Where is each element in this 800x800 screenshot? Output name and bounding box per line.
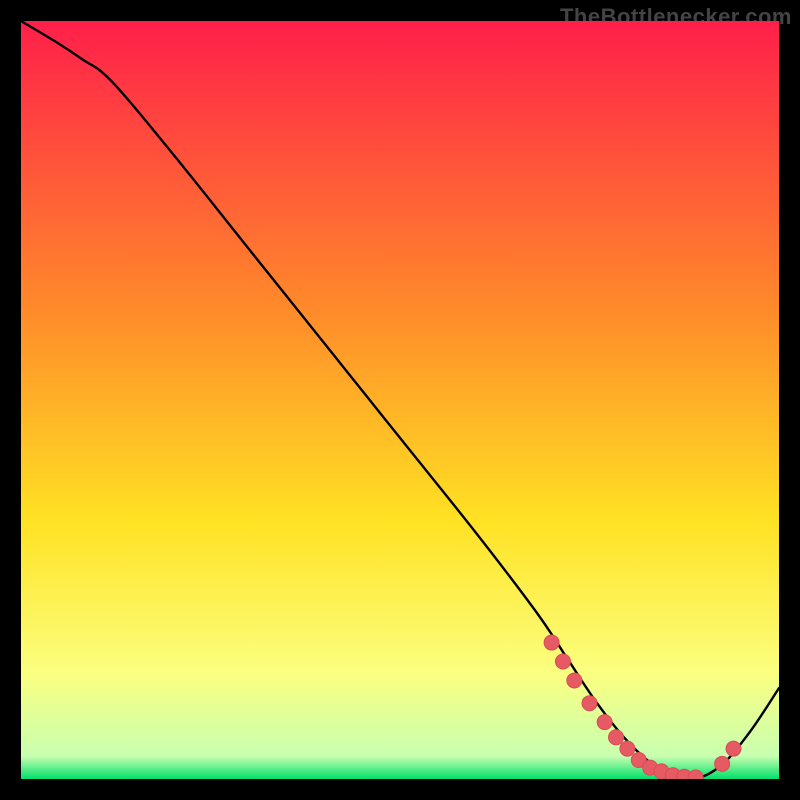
highlight-marker — [582, 696, 597, 711]
highlight-marker — [609, 730, 624, 745]
highlight-marker — [715, 756, 730, 771]
gradient-background — [21, 21, 779, 779]
plot-area — [21, 21, 779, 779]
highlight-marker — [544, 635, 559, 650]
chart-frame: TheBottlenecker.com — [0, 0, 800, 800]
highlight-marker — [555, 654, 570, 669]
chart-svg — [21, 21, 779, 779]
highlight-marker — [597, 715, 612, 730]
highlight-marker — [567, 673, 582, 688]
highlight-marker — [620, 741, 635, 756]
highlight-marker — [726, 741, 741, 756]
